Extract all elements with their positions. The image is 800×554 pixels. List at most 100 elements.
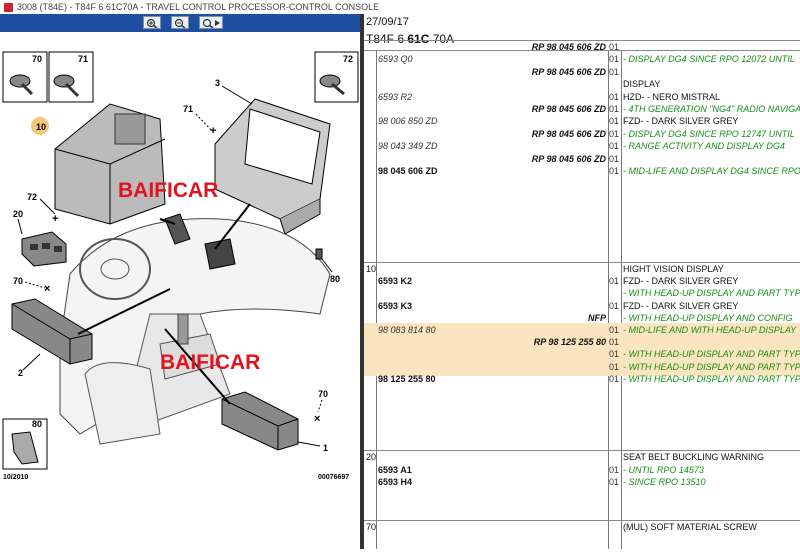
parts-row[interactable]: HIGHT VISION DISPLAY [364,264,800,276]
label-71b: 71 [183,104,193,114]
parts-row[interactable]: 6593 H4 01- SINCE RPO 13510 [364,477,800,489]
part-20-switch [21,231,67,267]
part-description: HIGHT VISION DISPLAY [623,264,724,274]
part-3-display [214,98,331,235]
diagram-toolbar [0,14,360,32]
parts-row[interactable]: 98 083 814 80 01- MID-LIFE AND WITH HEAD-… [364,325,800,337]
part-description: - WITH HEAD-UP DISPLAY AND PART TYP [623,373,800,384]
app-icon [4,3,13,13]
quantity: 01 [609,464,620,475]
zoom-out-button[interactable] [171,16,189,29]
parts-section [364,40,800,41]
parts-row[interactable]: SEAT BELT BUCKLING WARNING [364,452,800,464]
quantity: 01 [609,91,620,102]
part-description: - WITH HEAD-UP DISPLAY AND PART TYP [623,349,800,360]
label-70b: 70 [13,276,23,286]
label-71a: 71 [78,54,88,64]
parts-row[interactable]: 98 045 606 ZD 01- MID-LIFE AND DISPLAY DG… [364,166,800,178]
parts-row[interactable]: 01- WITH HEAD-UP DISPLAY AND PART TYP [364,362,800,374]
part-description: DISPLAY [623,79,661,90]
label-80b: 80 [32,419,42,429]
parts-row[interactable]: RP 98 045 606 ZD 01 [364,67,800,79]
drawing-number: 00076697 [318,474,349,481]
parts-row[interactable]: RP 98 045 606 ZD 01- 4TH GENERATION "NG4"… [364,104,800,116]
label-70c: 70 [318,389,328,399]
parts-row[interactable]: 6593 K2 01 FZD- - DARK SILVER GREY [364,276,800,288]
zoom-in-icon [146,18,158,28]
part-reference: 6593 K3 [378,300,413,311]
quantity: 01 [609,54,620,65]
part-description: - MID-LIFE AND DISPLAY DG4 SINCE RPO [623,166,800,176]
part-reference: 6593 H4 [378,477,413,487]
part-description: - WITH HEAD-UP DISPLAY AND PART TYP [623,288,800,299]
quantity: 01 [609,141,620,152]
cross-mark: + [52,213,58,225]
parts-row[interactable]: 98 043 349 ZD 01- RANGE ACTIVITY AND DISP… [364,141,800,153]
parts-row[interactable]: - WITH HEAD-UP DISPLAY AND PART TYP [364,288,800,300]
replacement-reference: RP 98 045 606 ZD [531,66,606,77]
part-reference: 98 083 814 80 [378,325,436,335]
part-1-module [221,391,299,451]
label-20: 20 [13,209,23,219]
parts-section [364,262,800,263]
quantity: 01 [609,337,620,348]
part-reference: 98 125 255 80 [378,373,436,384]
window-titlebar: 3008 (T84E) - T84F 6 61C70A - TRAVEL CON… [0,0,800,15]
parts-row[interactable]: RP 98 045 606 ZD 01 [364,154,800,166]
part-description: - UNTIL RPO 14573 [623,464,704,475]
label-1: 1 [323,443,328,453]
part-description: - 4TH GENERATION "NG4" RADIO NAVIGA [623,104,800,114]
part-description: FZD- - DARK SILVER GREY [623,300,739,311]
part-reference: 98 006 850 ZD [378,116,438,127]
dashboard-outline [59,218,331,445]
parts-row[interactable]: NFP - WITH HEAD-UP DISPLAY AND CONFIG [364,313,800,325]
watermark-bottom: BAIFICAR [160,351,260,374]
parts-row[interactable]: 98 125 255 80 01- WITH HEAD-UP DISPLAY AN… [364,374,800,386]
parts-row[interactable]: RP 98 045 606 ZD 01- DISPLAY DG4 SINCE RP… [364,129,800,141]
watermark-top: BAIFICAR [118,179,218,202]
parts-row[interactable]: 6593 A1 01- UNTIL RPO 14573 [364,465,800,477]
label-72a: 72 [343,54,353,64]
parts-row[interactable]: 6593 Q0 01- DISPLAY DG4 SINCE RPO 12072 U… [364,54,800,66]
diagram-panel: 70 71 72 10 3 71 + 72 + 20 80 70 × 2 70 … [0,14,360,549]
cross-mark: + [210,125,216,137]
label-10: 10 [36,122,46,132]
cross-mark: × [314,413,320,425]
part-description: - RANGE ACTIVITY AND DISPLAY DG4 [623,141,785,152]
parts-row[interactable]: RP 98 045 606 ZD 01 [364,42,800,54]
parts-row[interactable]: DISPLAY [364,79,800,91]
parts-row[interactable]: 6593 R2 01 HZD- - NERO MISTRAL [364,92,800,104]
part-reference: 6593 K2 [378,276,413,287]
part-description: (MUL) SOFT MATERIAL SCREW [623,522,757,532]
part-description: - DISPLAY DG4 SINCE RPO 12072 UNTIL [623,54,795,65]
quantity: 01 [609,153,620,164]
zoom-out-icon [174,18,186,28]
zoom-search-button[interactable] [199,16,223,29]
part-description: FZD- - DARK SILVER GREY [623,276,739,287]
parts-row[interactable]: (MUL) SOFT MATERIAL SCREW [364,522,800,534]
parts-row[interactable]: RP 98 125 255 80 01 [364,337,800,349]
parts-section [364,450,800,451]
catalog-date: 27/09/17 [366,16,409,28]
parts-row[interactable]: 01- WITH HEAD-UP DISPLAY AND PART TYP [364,349,800,361]
part-description: - WITH HEAD-UP DISPLAY AND PART TYP [623,361,800,372]
parts-section [364,520,800,521]
part-reference: 6593 A1 [378,464,412,475]
quantity: 01 [609,42,620,52]
part-description: - DISPLAY DG4 SINCE RPO 12747 UNTIL [623,128,795,139]
part-reference: 6593 R2 [378,91,413,102]
exploded-view-drawing: 70 71 72 10 3 71 + 72 + 20 80 70 × 2 70 … [2,51,359,481]
zoom-in-button[interactable] [143,16,161,29]
quantity: 01 [609,66,620,77]
quantity: 01 [609,166,620,176]
replacement-reference: RP 98 045 606 ZD [531,153,606,164]
quantity: 01 [609,349,620,360]
diagram-date: 10/2010 [3,474,28,481]
parts-row[interactable]: 98 006 850 ZD 01 FZD- - DARK SILVER GREY [364,116,800,128]
zoom-search-icon [202,18,220,28]
window-title: 3008 (T84E) - T84F 6 61C70A - TRAVEL CON… [17,2,380,12]
part-description: HZD- - NERO MISTRAL [623,91,721,102]
quantity: 01 [609,361,620,372]
parts-row[interactable]: 6593 K3 01 FZD- - DARK SILVER GREY [364,301,800,313]
clip-small [315,248,323,260]
